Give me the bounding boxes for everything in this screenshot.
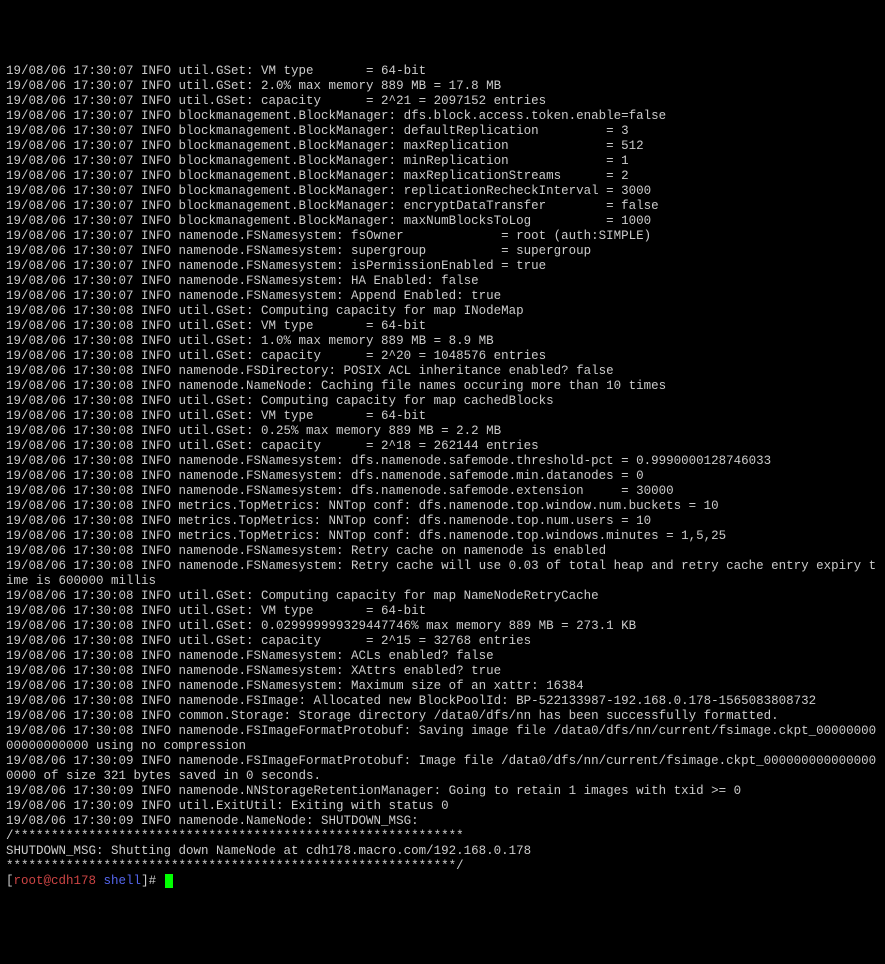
log-line: 19/08/06 17:30:08 INFO util.GSet: VM typ… (6, 409, 879, 424)
log-line: 19/08/06 17:30:07 INFO blockmanagement.B… (6, 199, 879, 214)
log-line: 19/08/06 17:30:08 INFO namenode.FSImage:… (6, 694, 879, 709)
log-line: 19/08/06 17:30:07 INFO namenode.FSNamesy… (6, 259, 879, 274)
log-line: 19/08/06 17:30:08 INFO util.GSet: VM typ… (6, 604, 879, 619)
log-line: 19/08/06 17:30:07 INFO namenode.FSNamesy… (6, 229, 879, 244)
log-line: 19/08/06 17:30:09 INFO util.ExitUtil: Ex… (6, 799, 879, 814)
log-line: 19/08/06 17:30:08 INFO util.GSet: Comput… (6, 394, 879, 409)
prompt-path: shell (104, 874, 142, 888)
log-line: 19/08/06 17:30:08 INFO common.Storage: S… (6, 709, 879, 724)
log-line: 19/08/06 17:30:07 INFO util.GSet: VM typ… (6, 64, 879, 79)
log-line: 19/08/06 17:30:08 INFO util.GSet: Comput… (6, 304, 879, 319)
log-line: 19/08/06 17:30:09 INFO namenode.FSImageF… (6, 754, 879, 784)
log-line: 19/08/06 17:30:07 INFO namenode.FSNamesy… (6, 244, 879, 259)
cursor-icon (165, 874, 173, 888)
log-line: 19/08/06 17:30:07 INFO blockmanagement.B… (6, 154, 879, 169)
log-line: 19/08/06 17:30:08 INFO metrics.TopMetric… (6, 514, 879, 529)
log-line: 19/08/06 17:30:07 INFO namenode.FSNamesy… (6, 274, 879, 289)
log-line: 19/08/06 17:30:08 INFO namenode.FSNamesy… (6, 679, 879, 694)
log-line: 19/08/06 17:30:09 INFO namenode.NameNode… (6, 814, 879, 829)
log-line: 19/08/06 17:30:08 INFO namenode.FSNamesy… (6, 544, 879, 559)
log-line: 19/08/06 17:30:08 INFO util.GSet: capaci… (6, 634, 879, 649)
log-line: 19/08/06 17:30:07 INFO blockmanagement.B… (6, 184, 879, 199)
log-line: 19/08/06 17:30:08 INFO namenode.FSImageF… (6, 724, 879, 754)
prompt-separator (96, 874, 104, 888)
log-line: 19/08/06 17:30:08 INFO util.GSet: 1.0% m… (6, 334, 879, 349)
log-line: 19/08/06 17:30:08 INFO namenode.FSNamesy… (6, 559, 879, 589)
log-line: 19/08/06 17:30:08 INFO util.GSet: 0.25% … (6, 424, 879, 439)
log-line: 19/08/06 17:30:08 INFO metrics.TopMetric… (6, 499, 879, 514)
log-line: 19/08/06 17:30:08 INFO namenode.FSNamesy… (6, 664, 879, 679)
log-line: 19/08/06 17:30:08 INFO namenode.FSNamesy… (6, 469, 879, 484)
log-line: 19/08/06 17:30:07 INFO namenode.FSNamesy… (6, 289, 879, 304)
log-line: /***************************************… (6, 829, 879, 844)
log-line: ****************************************… (6, 859, 879, 874)
log-line: 19/08/06 17:30:07 INFO blockmanagement.B… (6, 124, 879, 139)
log-line: 19/08/06 17:30:08 INFO util.GSet: Comput… (6, 589, 879, 604)
log-line: 19/08/06 17:30:08 INFO util.GSet: 0.0299… (6, 619, 879, 634)
prompt-close: ]# (141, 874, 164, 888)
shell-prompt[interactable]: [root@cdh178 shell]# (6, 874, 173, 888)
log-line: 19/08/06 17:30:07 INFO blockmanagement.B… (6, 139, 879, 154)
prompt-open-bracket: [ (6, 874, 14, 888)
log-line: 19/08/06 17:30:08 INFO util.GSet: VM typ… (6, 319, 879, 334)
log-line: 19/08/06 17:30:07 INFO util.GSet: 2.0% m… (6, 79, 879, 94)
log-line: 19/08/06 17:30:08 INFO namenode.FSNamesy… (6, 649, 879, 664)
log-line: 19/08/06 17:30:08 INFO namenode.FSNamesy… (6, 454, 879, 469)
log-line: 19/08/06 17:30:07 INFO blockmanagement.B… (6, 109, 879, 124)
log-line: 19/08/06 17:30:08 INFO namenode.FSDirect… (6, 364, 879, 379)
log-line: 19/08/06 17:30:08 INFO util.GSet: capaci… (6, 439, 879, 454)
log-line: SHUTDOWN_MSG: Shutting down NameNode at … (6, 844, 879, 859)
log-line: 19/08/06 17:30:07 INFO util.GSet: capaci… (6, 94, 879, 109)
log-line: 19/08/06 17:30:08 INFO metrics.TopMetric… (6, 529, 879, 544)
prompt-user-host: root@cdh178 (14, 874, 97, 888)
log-line: 19/08/06 17:30:08 INFO namenode.NameNode… (6, 379, 879, 394)
log-line: 19/08/06 17:30:08 INFO namenode.FSNamesy… (6, 484, 879, 499)
log-line: 19/08/06 17:30:08 INFO util.GSet: capaci… (6, 349, 879, 364)
log-line: 19/08/06 17:30:07 INFO blockmanagement.B… (6, 214, 879, 229)
log-line: 19/08/06 17:30:09 INFO namenode.NNStorag… (6, 784, 879, 799)
terminal-output[interactable]: 19/08/06 17:30:07 INFO util.GSet: VM typ… (6, 64, 879, 889)
log-line: 19/08/06 17:30:07 INFO blockmanagement.B… (6, 169, 879, 184)
